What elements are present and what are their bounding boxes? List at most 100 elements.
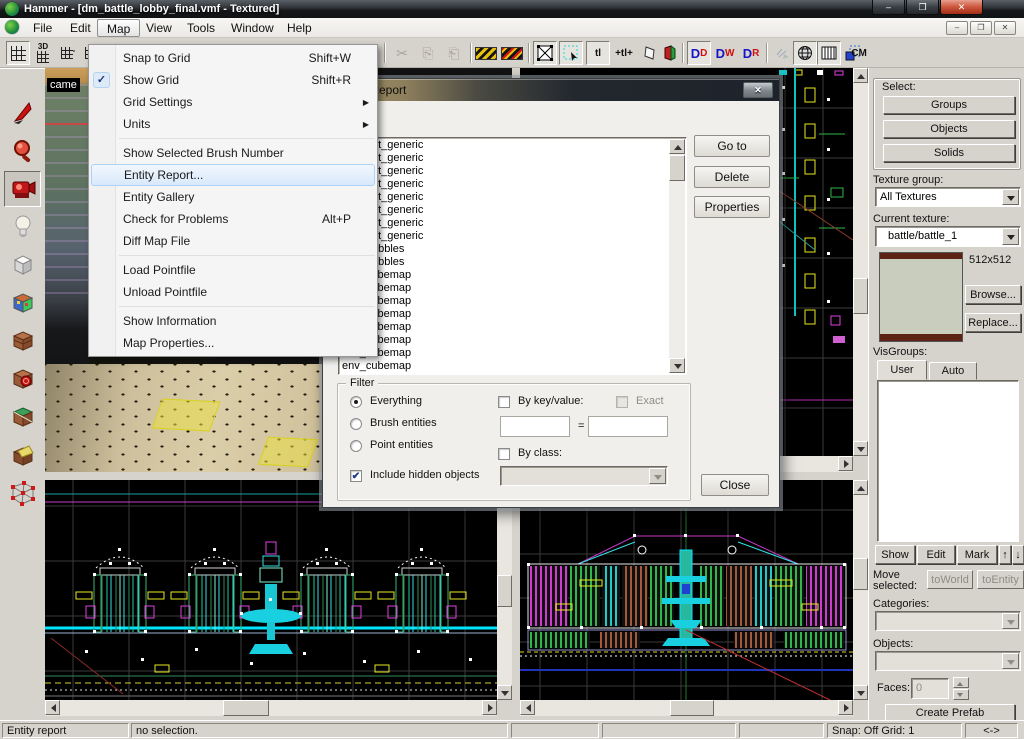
tab-user[interactable]: User (877, 360, 927, 380)
toentity-button[interactable]: toEntity (977, 570, 1024, 589)
current-texture-combobox[interactable]: battle/battle_1 (875, 226, 1021, 247)
move-up-button[interactable]: ↑ (999, 545, 1011, 564)
marquee-zoom-icon[interactable] (559, 41, 583, 65)
2d-top-canvas[interactable] (775, 68, 853, 456)
carve-hazard-icon[interactable] (474, 41, 498, 65)
menu-item-entity-gallery[interactable]: Entity Gallery (89, 186, 377, 208)
filter-everything-radio[interactable] (350, 396, 362, 408)
menu-file[interactable]: File (24, 19, 61, 37)
menu-map[interactable]: Map (97, 19, 140, 37)
toggle-grid-icon[interactable] (6, 41, 30, 65)
visgroups-list[interactable] (877, 380, 1019, 542)
mdi-restore-button[interactable]: ❐ (970, 21, 992, 35)
select-solids-button[interactable]: Solids (883, 144, 1015, 162)
entity-list-item[interactable]: env_cubemap (342, 334, 686, 347)
by-key-value-checkbox[interactable] (498, 396, 510, 408)
entity-list-scrollbar[interactable] (669, 139, 685, 373)
menu-item-unload-pointfile[interactable]: Unload Pointfile (89, 281, 377, 303)
tab-auto[interactable]: Auto (929, 362, 977, 380)
select-objects-button[interactable]: Objects (883, 120, 1015, 138)
goto-button[interactable]: Go to (694, 135, 770, 157)
entity-list-item[interactable]: env_cubemap (342, 321, 686, 334)
faces-spin-up[interactable] (953, 677, 969, 688)
menu-item-map-properties[interactable]: Map Properties... (89, 332, 377, 354)
dialog-titlebar[interactable]: Entity Report ✕ (323, 79, 779, 101)
menu-item-check-for-problems[interactable]: Check for Problems Alt+P (89, 208, 377, 230)
viewport-2d-front[interactable] (45, 480, 512, 716)
cut-icon[interactable]: ✂ (390, 41, 414, 65)
cordon-mode-icon[interactable]: CM (836, 41, 864, 65)
menu-edit[interactable]: Edit (61, 19, 100, 37)
2d-side-canvas[interactable] (520, 480, 853, 700)
title-bar[interactable]: Hammer - [dm_battle_lobby_final.vmf - Te… (0, 0, 1024, 18)
2d-front-canvas[interactable] (45, 480, 497, 700)
apply-texture-tool-button[interactable] (4, 323, 41, 359)
menu-item-load-pointfile[interactable]: Load Pointfile (89, 259, 377, 281)
vscrollbar[interactable] (853, 68, 868, 456)
camera-tool-button[interactable] (4, 171, 41, 207)
vscrollbar[interactable] (853, 480, 868, 700)
vscrollbar[interactable] (497, 480, 512, 700)
menu-item-units[interactable]: Units ▶ (89, 113, 377, 135)
dropdown-arrow-icon[interactable] (1002, 228, 1019, 245)
displacement-dr-icon[interactable]: DR (739, 41, 763, 65)
entity-list-item[interactable]: ambient_generic (342, 204, 686, 217)
displacement-dd-icon[interactable]: DD (687, 41, 711, 65)
sphere-icon[interactable] (793, 41, 817, 65)
entity-list-item[interactable]: env_cubemap (342, 347, 686, 360)
menu-item-show-information[interactable]: Show Information (89, 310, 377, 332)
sound-browser-icon[interactable] (770, 41, 794, 65)
entity-list-item[interactable]: ambient_generic (342, 191, 686, 204)
entity-list-item[interactable]: ambient_generic (342, 230, 686, 243)
browse-button[interactable]: Browse... (965, 285, 1021, 304)
delete-button[interactable]: Delete (694, 166, 770, 188)
dropdown-arrow-icon[interactable] (1002, 189, 1019, 205)
faces-spin-down[interactable] (953, 689, 969, 700)
decal-tool-button[interactable] (4, 361, 41, 397)
dialog-close-button[interactable]: ✕ (743, 82, 773, 98)
entity-list-item[interactable]: env_bubbles (342, 256, 686, 269)
texture-scale-lock-icon[interactable]: +tl+ (612, 41, 636, 65)
entity-list[interactable]: ambient_generic ambient_generic ambient_… (338, 137, 687, 375)
mdi-minimize-button[interactable]: – (946, 21, 968, 35)
by-class-checkbox[interactable] (498, 448, 510, 460)
menu-view[interactable]: View (137, 19, 181, 37)
smaller-grid-icon[interactable]: - (56, 41, 80, 65)
hscrollbar[interactable] (45, 700, 497, 716)
replace-button[interactable]: Replace... (965, 313, 1021, 332)
menu-item-entity-report[interactable]: Entity Report... (91, 164, 375, 186)
entity-list-item[interactable]: env_bubbles (342, 243, 686, 256)
menu-item-grid-settings[interactable]: Grid Settings ▶ (89, 91, 377, 113)
entity-list-item[interactable]: ambient_generic (342, 178, 686, 191)
close-button[interactable]: ✕ (940, 0, 983, 15)
entity-list-item[interactable]: ambient_generic (342, 139, 686, 152)
menu-item-show-grid[interactable]: ✓ Show Grid Shift+R (89, 69, 377, 91)
entity-list-item[interactable]: env_cubemap (342, 282, 686, 295)
entity-tool-button[interactable] (4, 209, 41, 245)
clipping-tool-button[interactable] (4, 399, 41, 435)
menu-tools[interactable]: Tools (178, 19, 224, 37)
entity-list-item[interactable]: ambient_generic (342, 152, 686, 165)
move-down-button[interactable]: ↓ (1012, 545, 1024, 564)
polygon-colored-icon[interactable] (658, 41, 682, 65)
entity-list-item[interactable]: ambient_generic (342, 217, 686, 230)
menu-item-show-selected-brush-number[interactable]: Show Selected Brush Number (89, 142, 377, 164)
filter-brush-radio[interactable] (350, 418, 362, 430)
block-tool-button[interactable] (4, 247, 41, 283)
entity-list-item[interactable]: ambient_generic (342, 165, 686, 178)
copy-icon[interactable]: ⎘ (416, 41, 440, 65)
displacement-dw-icon[interactable]: DW (713, 41, 737, 65)
include-hidden-checkbox[interactable]: ✔ (350, 470, 362, 482)
selection-tool-button[interactable] (4, 95, 41, 131)
texture-application-tool-button[interactable] (4, 285, 41, 321)
mdi-close-button[interactable]: ✕ (994, 21, 1016, 35)
restore-button[interactable]: ❐ (906, 0, 939, 15)
minimize-button[interactable]: – (872, 0, 905, 15)
entity-list-item[interactable]: env_cubemap (342, 360, 686, 373)
texture-lock-icon[interactable]: tl (586, 41, 610, 65)
toggle-3d-grid-icon[interactable]: 3D (31, 41, 55, 65)
magnify-tool-button[interactable] (4, 133, 41, 169)
hollow-hazard-icon[interactable] (500, 41, 524, 65)
filter-point-radio[interactable] (350, 440, 362, 452)
toworld-button[interactable]: toWorld (927, 570, 973, 589)
